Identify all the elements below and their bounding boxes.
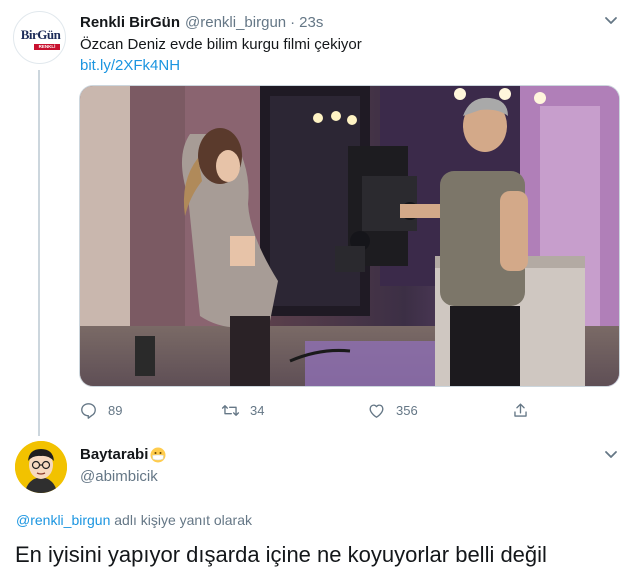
reply-text: En iyisini yapıyor dışarda içine ne koyu… — [15, 542, 547, 567]
chevron-down-icon[interactable] — [601, 444, 621, 464]
original-tweet[interactable]: BirGün RENKLİ Renkli BirGün @renkli_birg… — [0, 0, 635, 440]
replying-mention[interactable]: @renkli_birgun — [16, 512, 110, 528]
author-handle[interactable]: @renkli_birgun — [185, 14, 286, 31]
author-avatar[interactable]: BirGün RENKLİ — [13, 11, 66, 64]
chevron-down-icon[interactable] — [601, 10, 621, 30]
retweet-count: 34 — [250, 402, 265, 418]
retweet-button[interactable]: 34 — [221, 398, 264, 422]
mask-emoji-icon — [150, 447, 166, 462]
share-icon — [514, 402, 527, 417]
tweet-time[interactable]: 23s — [299, 14, 323, 31]
photo-scene — [80, 86, 619, 386]
reply-author-avatar[interactable] — [15, 441, 67, 493]
thread-line — [38, 70, 40, 436]
replying-suffix: adlı kişiye yanıt olarak — [110, 512, 252, 528]
tweet-text: Özcan Deniz evde bilim kurgu filmi çekiy… — [80, 36, 362, 53]
retweet-icon — [221, 404, 240, 416]
avatar-logo-bar: RENKLİ — [34, 44, 60, 50]
reply-tweet[interactable]: Baytarabi @abimbicik @renkli_birgun adlı… — [0, 436, 635, 573]
reply-button[interactable]: 89 — [79, 398, 122, 422]
tweet-actions: 89 34 356 — [79, 398, 539, 422]
like-count: 356 — [396, 402, 418, 418]
cartoon-avatar-icon — [15, 441, 67, 493]
tweet-photo[interactable] — [79, 85, 620, 387]
share-button[interactable] — [511, 398, 540, 422]
author-name[interactable]: Renkli BirGün — [80, 14, 180, 31]
reply-author-name-row[interactable]: Baytarabi — [80, 446, 166, 463]
avatar-logo-text: BirGün — [20, 27, 61, 42]
reply-icon — [81, 402, 96, 419]
tweet-link[interactable]: bit.ly/2XFk4NH — [80, 56, 180, 76]
like-button[interactable]: 356 — [367, 398, 418, 422]
tweet-header: Renkli BirGün @renkli_birgun · 23s — [80, 12, 323, 32]
replying-to-line: @renkli_birgun adlı kişiye yanıt olarak — [16, 512, 252, 528]
reply-count: 89 — [108, 402, 123, 418]
reply-author-name[interactable]: Baytarabi — [80, 446, 148, 463]
separator-dot: · — [290, 13, 296, 31]
reply-author-handle[interactable]: @abimbicik — [80, 468, 158, 485]
heart-icon — [369, 403, 384, 418]
